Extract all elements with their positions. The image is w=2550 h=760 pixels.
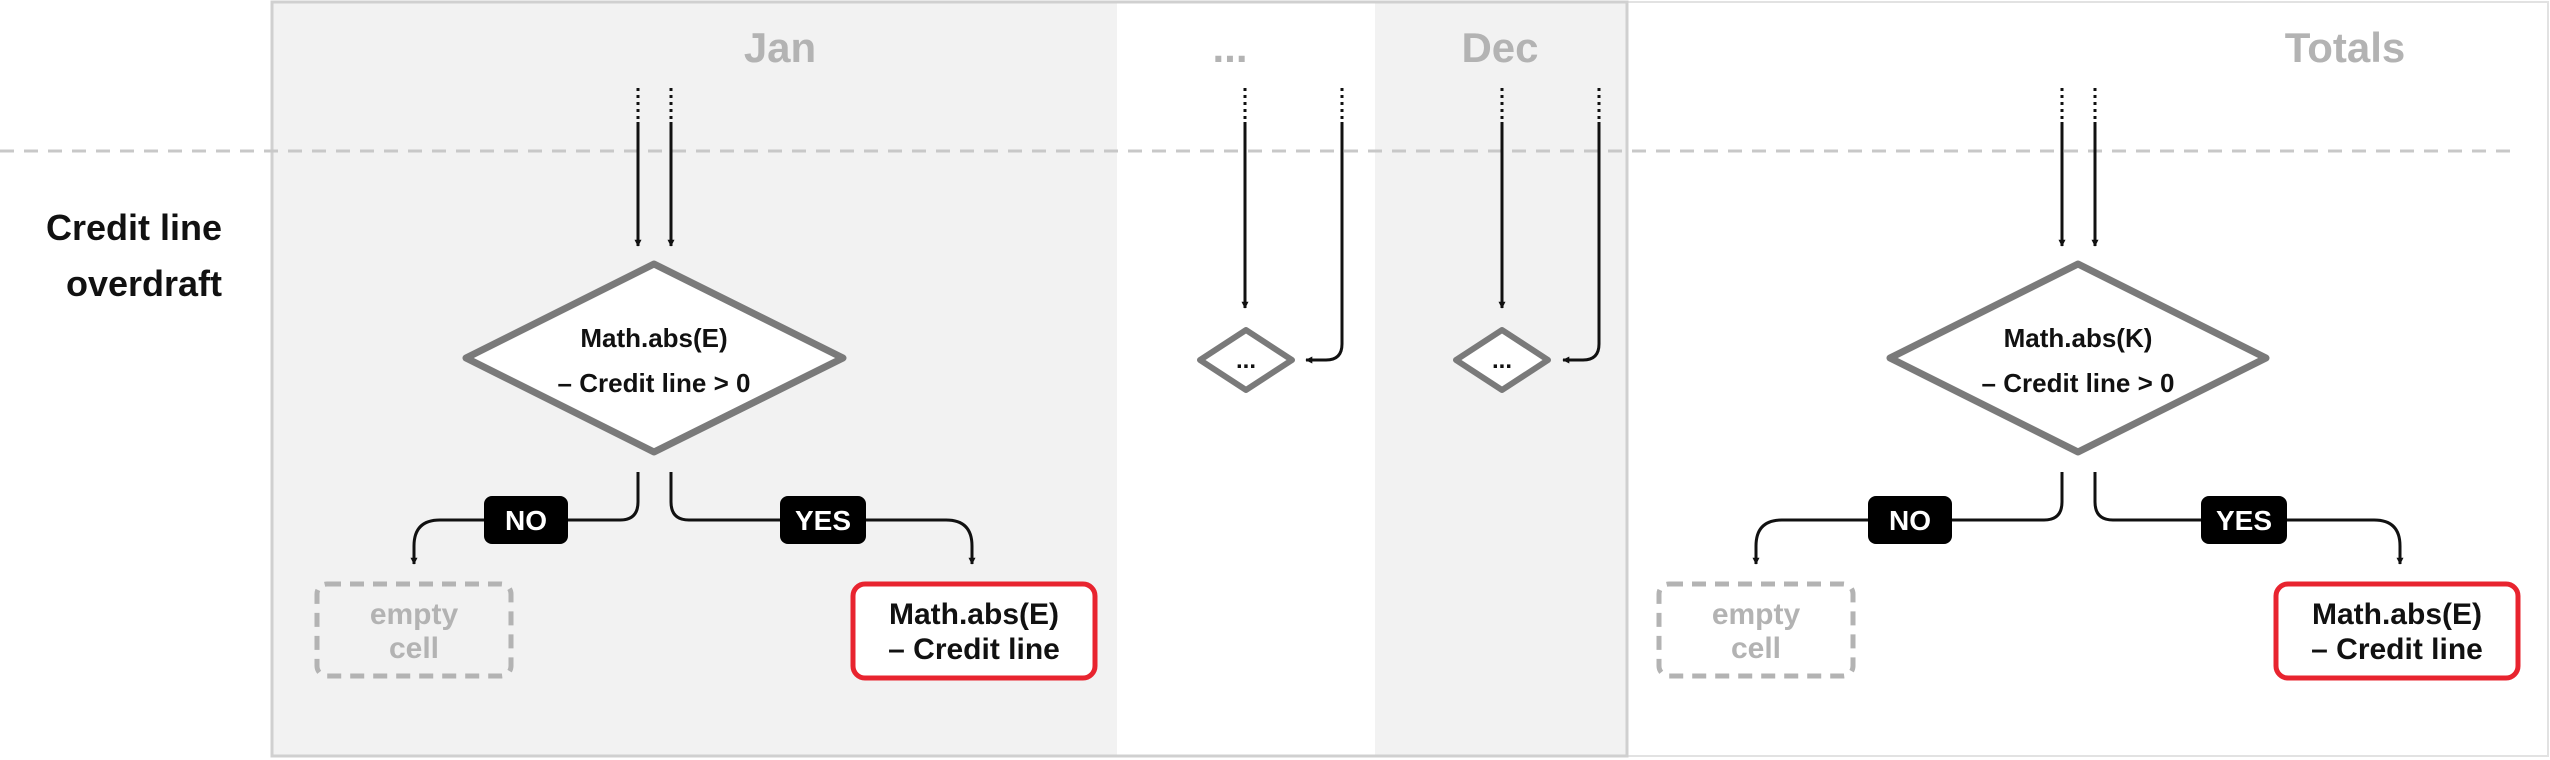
totals-yes-label: YES [2216, 505, 2272, 536]
flowchart-canvas: Jan ... Dec Totals Credit line overdraft… [0, 0, 2550, 760]
totals-empty-cell-line1: empty [1712, 598, 1801, 631]
ellipsis-diamond-text: ... [1236, 347, 1256, 374]
column-header-totals: Totals [2285, 24, 2406, 71]
totals-no-label: NO [1889, 505, 1931, 536]
row-label-line2: overdraft [66, 263, 222, 304]
dec-diamond-text: ... [1492, 347, 1512, 374]
jan-result-line2: – Credit line [888, 633, 1060, 666]
jan-empty-cell-line1: empty [370, 598, 459, 631]
jan-condition-line2: – Credit line > 0 [558, 368, 751, 398]
row-label-line1: Credit line [46, 207, 222, 248]
totals-result-line1: Math.abs(E) [2312, 598, 2482, 631]
column-header-dec: Dec [1461, 24, 1538, 71]
totals-result-line2: – Credit line [2311, 633, 2483, 666]
flowchart-svg: Jan ... Dec Totals Credit line overdraft… [0, 0, 2549, 758]
column-header-ellipsis: ... [1212, 24, 1247, 71]
totals-empty-cell-line2: cell [1731, 632, 1781, 665]
jan-yes-label: YES [795, 505, 851, 536]
jan-condition-line1: Math.abs(E) [580, 323, 727, 353]
column-header-jan: Jan [744, 24, 816, 71]
jan-result-line1: Math.abs(E) [889, 598, 1059, 631]
totals-condition-line2: – Credit line > 0 [1982, 368, 2175, 398]
jan-empty-cell-line2: cell [389, 632, 439, 665]
jan-no-label: NO [505, 505, 547, 536]
totals-condition-line1: Math.abs(K) [2004, 323, 2153, 353]
